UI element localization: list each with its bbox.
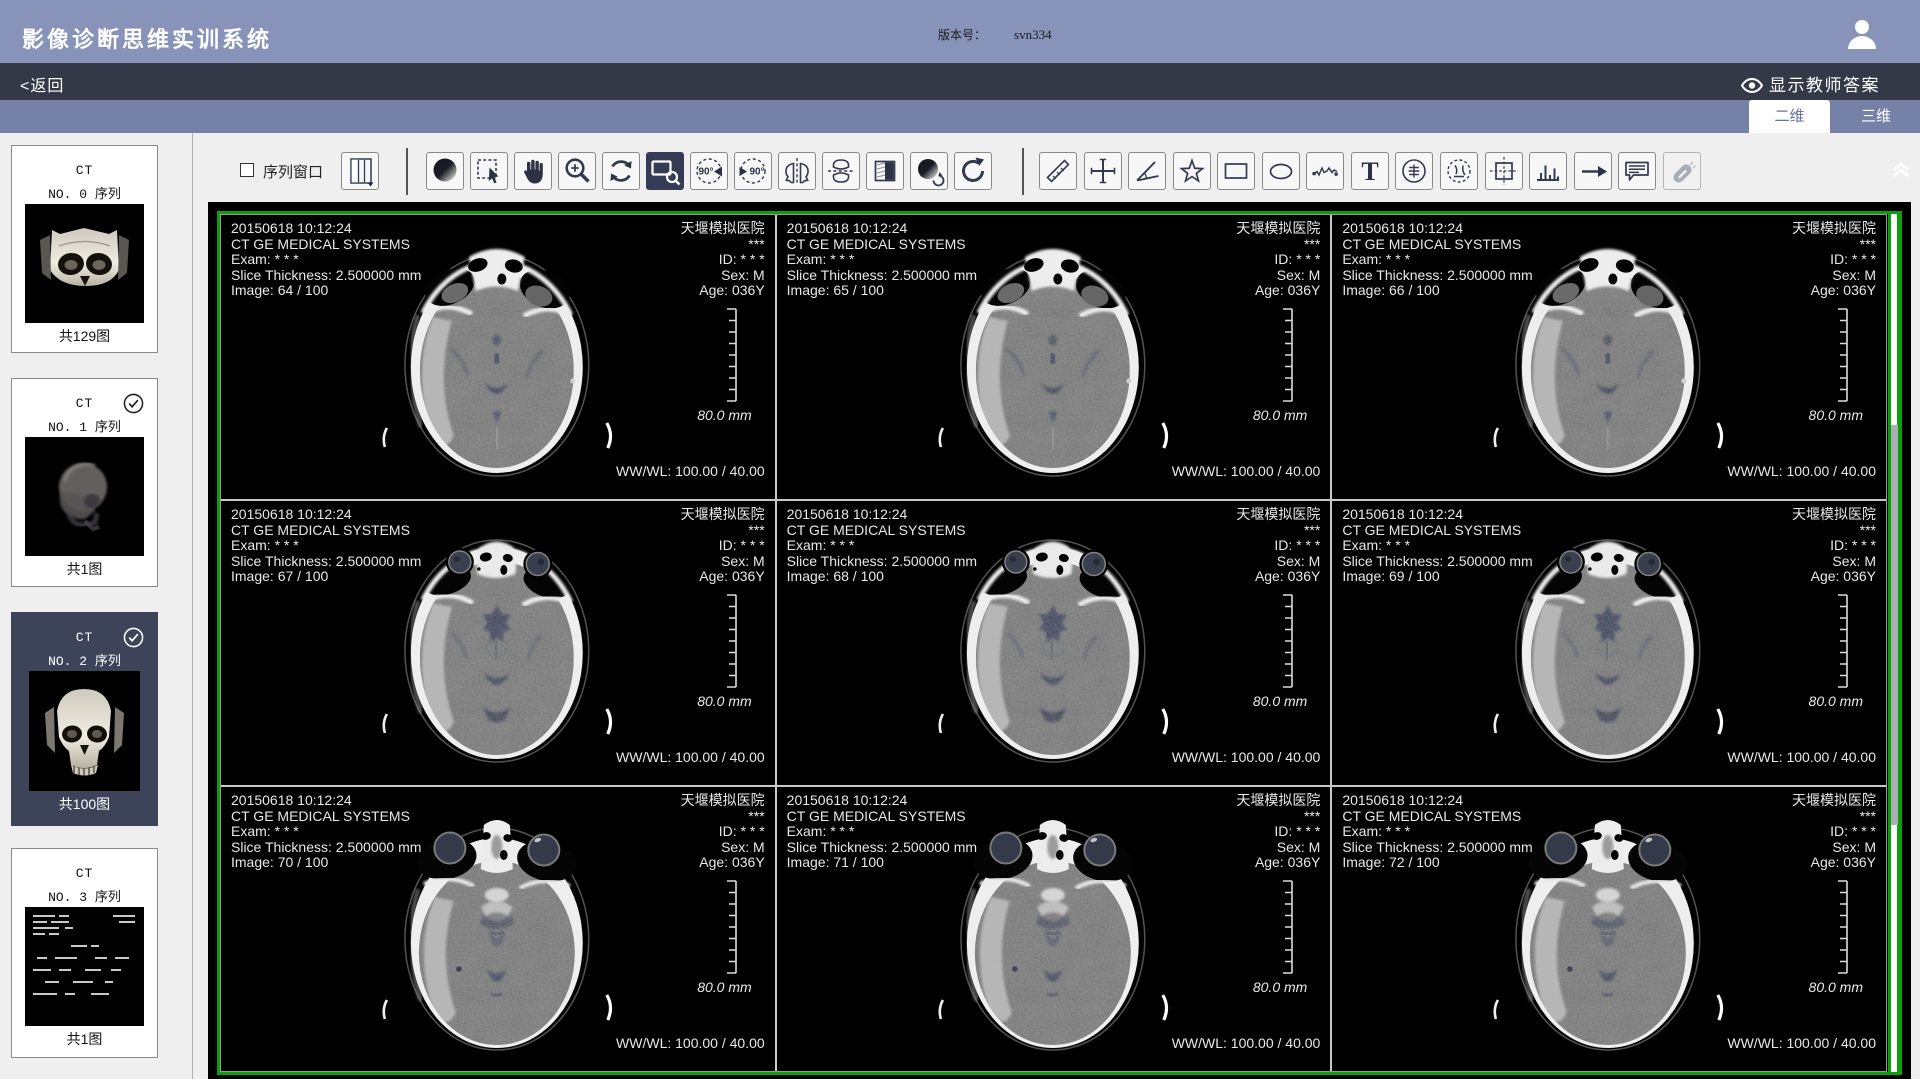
svg-text:90°: 90° — [749, 167, 764, 178]
svg-text:90°: 90° — [698, 167, 713, 178]
svg-text:T: T — [1361, 157, 1378, 186]
